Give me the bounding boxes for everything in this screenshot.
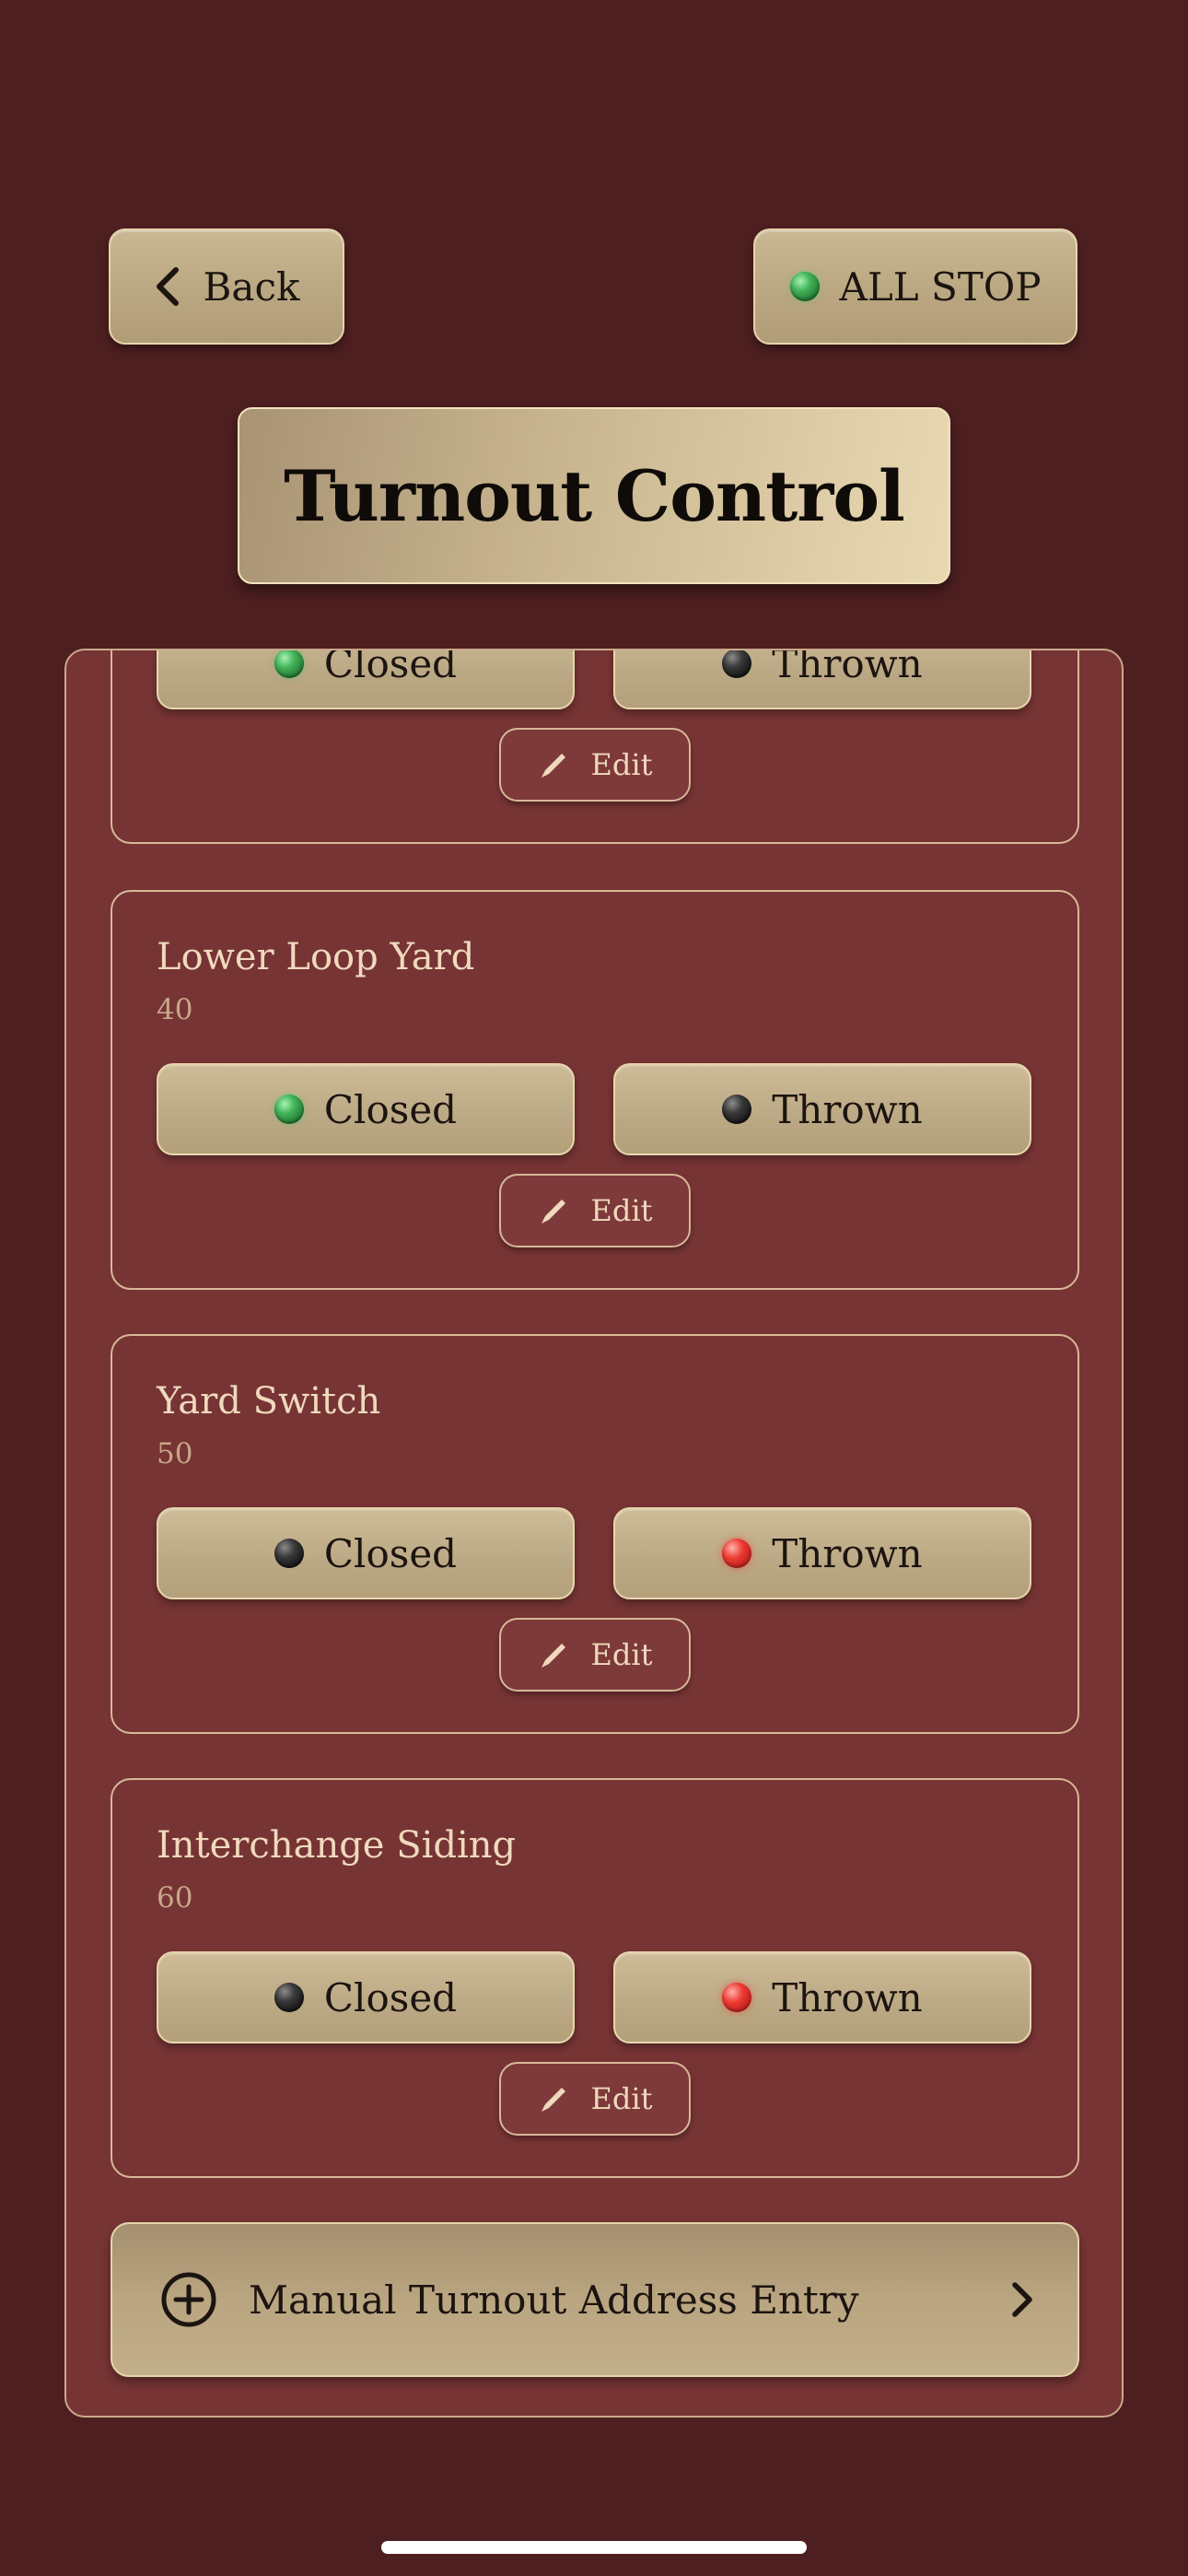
thrown-label: Thrown [772,1086,923,1132]
thrown-label: Thrown [772,1974,923,2020]
closed-button[interactable]: Closed [157,1063,575,1155]
turnout-name: Interchange Siding [157,1824,517,1867]
pencil-icon [538,748,571,781]
turnout-name: Lower Loop Yard [157,936,475,978]
closed-button[interactable]: Closed [157,1507,575,1599]
turnout-card: Interchange Siding 60 Closed Thrown Edit [111,1778,1079,2178]
edit-button[interactable]: Edit [499,1618,691,1692]
pencil-icon [538,1194,571,1227]
home-indicator[interactable] [381,2541,807,2554]
pencil-icon [538,2082,571,2115]
page-title: Turnout Control [238,407,950,584]
turnout-address: 50 [157,1437,193,1470]
led-indicator-icon [274,650,304,678]
turnout-card: Closed Thrown Edit [111,649,1079,844]
led-indicator-icon [722,1983,752,2012]
turnout-list-panel[interactable]: Closed Thrown Edit Lower Loop Yard 40 Cl… [64,649,1124,2418]
chevron-right-icon [1011,2281,1033,2318]
turnout-card: Lower Loop Yard 40 Closed Thrown Edit [111,890,1079,1290]
all-stop-button[interactable]: ALL STOP [753,228,1077,345]
led-indicator-icon [722,650,752,678]
led-indicator-icon [274,1983,304,2012]
led-indicator-icon [722,1095,752,1124]
closed-label: Closed [323,1086,458,1132]
all-stop-label: ALL STOP [839,263,1042,310]
thrown-button[interactable]: Thrown [613,1507,1031,1599]
led-indicator-icon [274,1539,304,1568]
edit-label: Edit [590,1193,653,1228]
edit-button[interactable]: Edit [499,728,691,802]
back-button[interactable]: Back [109,228,344,345]
manual-entry-label: Manual Turnout Address Entry [249,2277,859,2323]
turnout-address: 40 [157,993,193,1026]
thrown-label: Thrown [772,1530,923,1576]
turnout-address: 60 [157,1881,193,1914]
turnout-name: Yard Switch [157,1380,381,1423]
led-indicator-icon [274,1095,304,1124]
closed-button[interactable]: Closed [157,649,575,709]
led-indicator-icon [722,1539,752,1568]
edit-label: Edit [590,747,653,782]
edit-label: Edit [590,1637,653,1672]
closed-label: Closed [323,1974,458,2020]
turnout-card: Yard Switch 50 Closed Thrown Edit [111,1334,1079,1734]
plus-circle-icon [160,2271,217,2328]
thrown-label: Thrown [772,649,923,686]
manual-turnout-entry-button[interactable]: Manual Turnout Address Entry [111,2222,1079,2377]
closed-label: Closed [323,649,458,686]
pencil-icon [538,1638,571,1671]
thrown-button[interactable]: Thrown [613,1063,1031,1155]
closed-label: Closed [323,1530,458,1576]
edit-button[interactable]: Edit [499,2062,691,2136]
edit-button[interactable]: Edit [499,1174,691,1247]
thrown-button[interactable]: Thrown [613,649,1031,709]
chevron-left-icon [154,266,181,307]
thrown-button[interactable]: Thrown [613,1951,1031,2043]
closed-button[interactable]: Closed [157,1951,575,2043]
back-label: Back [203,263,300,310]
status-led-icon [789,272,820,301]
edit-label: Edit [590,2081,653,2116]
